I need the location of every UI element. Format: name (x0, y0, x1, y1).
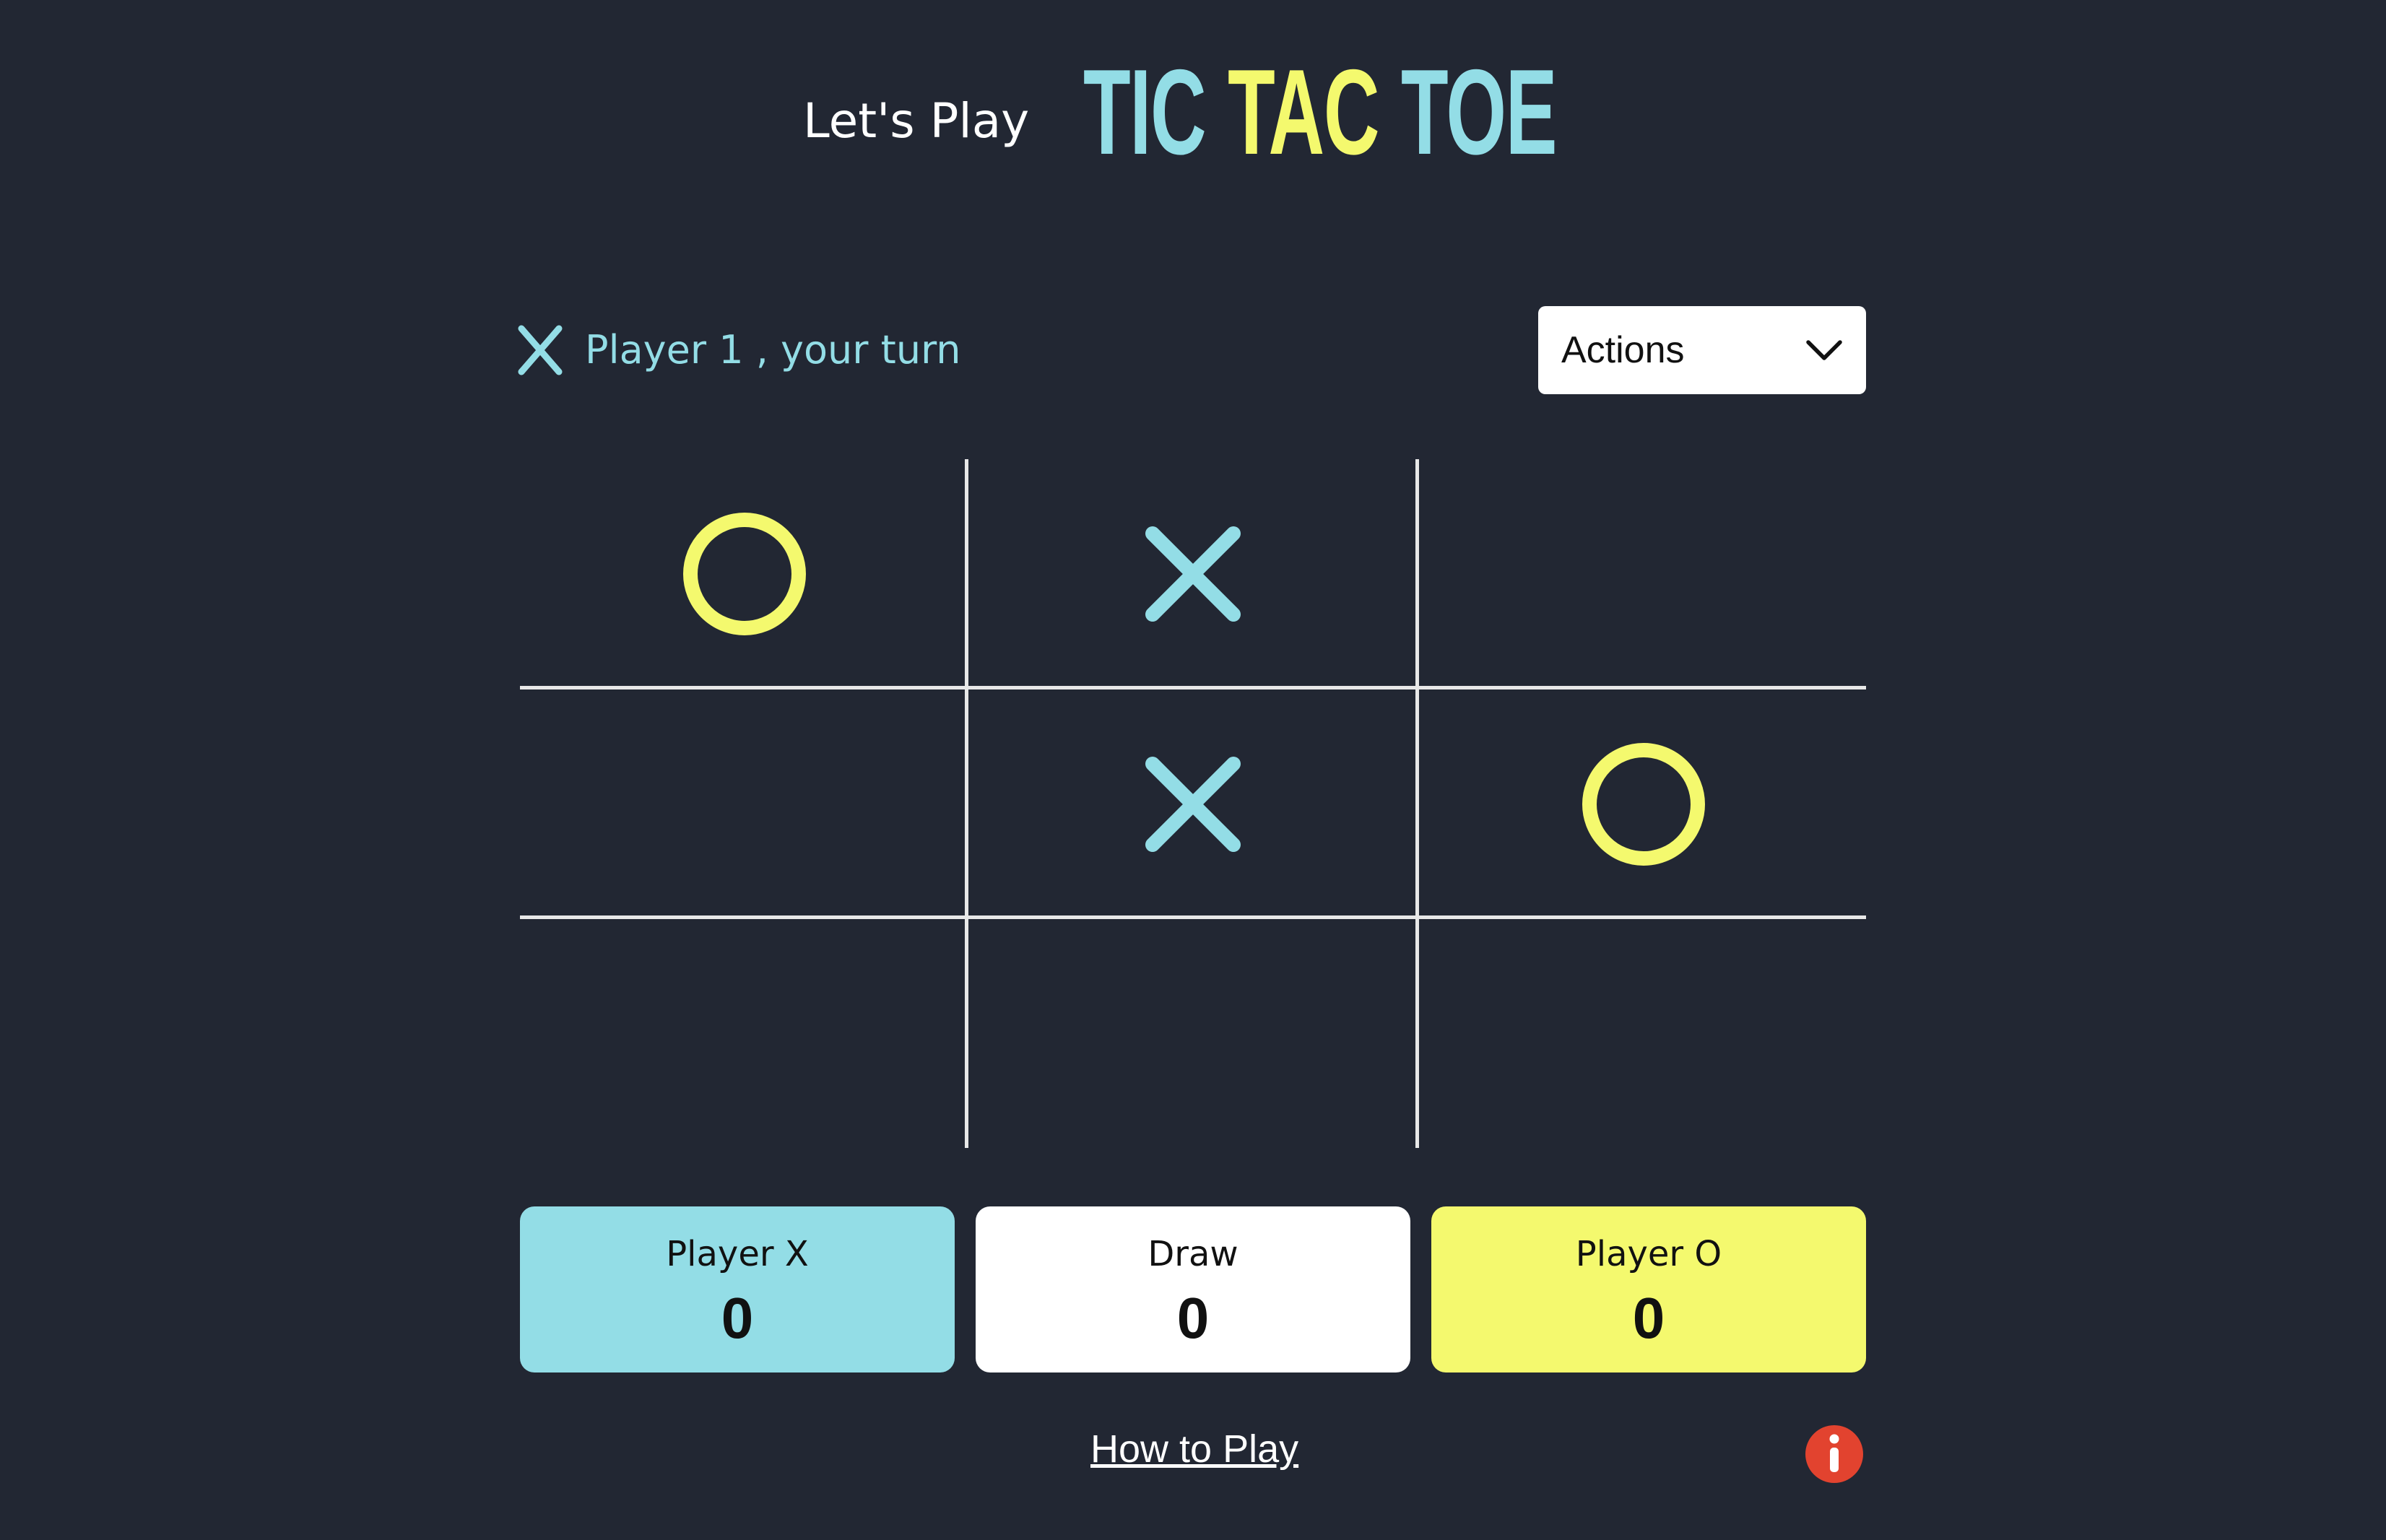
score-card-player-x: Player X 0 (520, 1206, 955, 1372)
actions-label: Actions (1561, 329, 1685, 371)
turn-text: Player 1 , your turn (585, 327, 961, 373)
o-mark-icon (682, 513, 806, 635)
board-cell-7[interactable] (520, 919, 968, 1149)
logo-word-tic: TIC (1083, 44, 1207, 180)
score-card-draw: Draw 0 (976, 1206, 1410, 1372)
score-value: 0 (1176, 1286, 1210, 1350)
actions-dropdown[interactable]: Actions (1538, 306, 1866, 394)
how-to-play-link[interactable]: How to Play (1090, 1424, 1298, 1474)
board-cell-1[interactable] (520, 459, 968, 689)
score-value: 0 (1632, 1286, 1665, 1350)
board-cell-3[interactable] (1419, 459, 1867, 689)
board-cell-5[interactable] (968, 689, 1417, 919)
logo-word-tac: TAC (1228, 44, 1379, 180)
board-cell-6[interactable] (1419, 689, 1867, 919)
game-logo: TIC TAC TOE (1083, 44, 1558, 180)
o-mark-icon (1582, 743, 1705, 866)
game-board (520, 459, 1866, 1148)
board-cell-2[interactable] (968, 459, 1417, 689)
board-cell-9[interactable] (1419, 919, 1867, 1149)
chevron-down-icon (1806, 340, 1842, 360)
info-icon[interactable] (1805, 1424, 1864, 1484)
score-value: 0 (721, 1286, 754, 1350)
logo-word-toe: TOE (1400, 44, 1558, 180)
score-label: Player X (666, 1234, 809, 1274)
board-cell-4[interactable] (520, 689, 968, 919)
turn-indicator: Player 1 , your turn (517, 318, 961, 383)
x-mark-icon (1145, 757, 1241, 852)
x-mark-icon (1145, 526, 1241, 622)
score-card-player-o: Player O 0 (1431, 1206, 1866, 1372)
intro-text: Let's Play (803, 93, 1030, 149)
board-cell-8[interactable] (968, 919, 1417, 1149)
score-label: Draw (1148, 1234, 1238, 1274)
x-mark-icon (518, 325, 563, 375)
score-label: Player O (1575, 1234, 1722, 1274)
